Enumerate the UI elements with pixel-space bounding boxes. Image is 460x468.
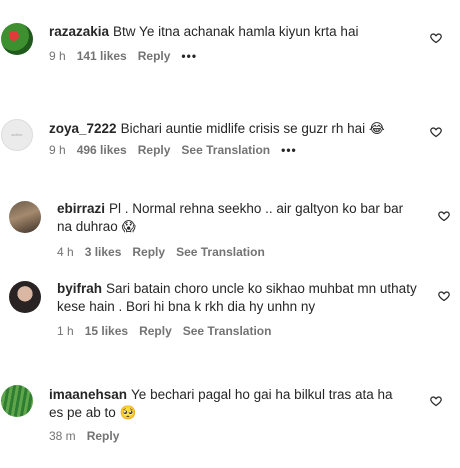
comment-text: Bichari auntie midlife crisis se guzr rh…: [120, 121, 366, 136]
comment-body: byifrah Sari batain choro uncle ko sikhao…: [57, 280, 417, 316]
timestamp: 38 m: [49, 429, 76, 443]
heart-icon[interactable]: [438, 290, 450, 302]
see-translation-button[interactable]: See Translation: [183, 324, 272, 338]
more-options-icon[interactable]: •••: [181, 49, 197, 63]
see-translation-button[interactable]: See Translation: [181, 143, 270, 157]
timestamp: 9 h: [49, 49, 66, 63]
timestamp: 9 h: [49, 143, 66, 157]
heart-icon[interactable]: [430, 32, 442, 44]
comment-meta: 1 h 15 likes Reply See Translation: [57, 324, 282, 338]
timestamp: 1 h: [57, 324, 74, 338]
pleading-emoji: 🥺: [119, 405, 137, 420]
username[interactable]: byifrah: [57, 281, 102, 296]
username[interactable]: razazakia: [49, 24, 109, 39]
comment-meta: 9 h 141 likes Reply •••: [49, 49, 208, 63]
comment-meta: 9 h 496 likes Reply See Translation •••: [49, 143, 308, 157]
reply-button[interactable]: Reply: [138, 49, 171, 63]
timestamp: 4 h: [57, 245, 74, 259]
username[interactable]: ebirrazi: [57, 201, 105, 216]
comment-text: Btw Ye itna achanak hamla kiyun krta hai: [113, 24, 359, 39]
heart-icon[interactable]: [430, 395, 442, 407]
more-options-icon[interactable]: •••: [281, 143, 297, 157]
likes-count[interactable]: 15 likes: [85, 324, 128, 338]
avatar[interactable]: [9, 201, 41, 233]
reply-button[interactable]: Reply: [132, 245, 165, 259]
avatar[interactable]: [9, 281, 41, 313]
comment-body: ebirrazi Pl . Normal rehna seekho .. air …: [57, 200, 417, 236]
reply-button[interactable]: Reply: [87, 429, 120, 443]
comment-text: Sari batain choro uncle ko sikhao muhbat…: [57, 281, 417, 314]
heart-icon[interactable]: [430, 126, 442, 138]
comment-text: Pl . Normal rehna seekho .. air galtyon …: [57, 201, 404, 234]
comment-meta: 4 h 3 likes Reply See Translation: [57, 245, 276, 259]
comment-body: imaanehsan Ye bechari pagal ho gai ha bil…: [49, 386, 409, 422]
comment-meta: 38 m Reply: [49, 429, 130, 443]
likes-count[interactable]: 141 likes: [77, 49, 127, 63]
avatar[interactable]: [1, 23, 33, 55]
laughing-emoji: 😂: [368, 121, 385, 136]
comment-body: razazakia Btw Ye itna achanak hamla kiyun…: [49, 23, 409, 41]
avatar[interactable]: [1, 385, 33, 417]
see-translation-button[interactable]: See Translation: [176, 245, 265, 259]
heart-icon[interactable]: [438, 210, 450, 222]
username[interactable]: imaanehsan: [49, 387, 127, 402]
avatar[interactable]: author: [1, 119, 33, 151]
reply-button[interactable]: Reply: [139, 324, 172, 338]
comment-body: zoya_7222 Bichari auntie midlife crisis s…: [49, 120, 419, 138]
likes-count[interactable]: 3 likes: [85, 245, 122, 259]
shocked-emoji: 😱: [121, 219, 136, 234]
username[interactable]: zoya_7222: [49, 121, 117, 136]
reply-button[interactable]: Reply: [138, 143, 171, 157]
likes-count[interactable]: 496 likes: [77, 143, 127, 157]
